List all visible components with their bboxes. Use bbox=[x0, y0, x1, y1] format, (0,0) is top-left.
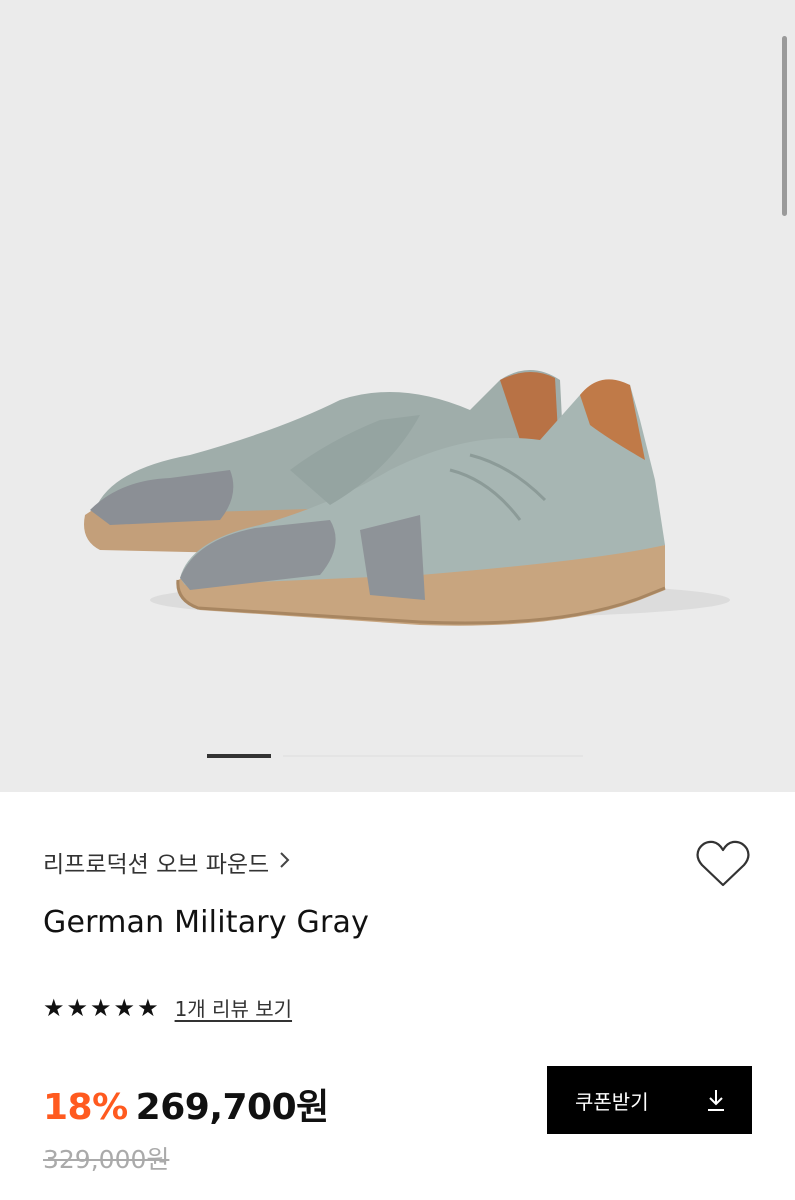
star-icon: ★ bbox=[113, 993, 136, 1022]
original-price: 329,000원 bbox=[43, 1145, 170, 1174]
star-icon: ★ bbox=[137, 993, 159, 1022]
chevron-right-icon bbox=[279, 850, 291, 875]
product-image bbox=[84, 370, 730, 626]
review-link[interactable]: 1개 리뷰 보기 bbox=[175, 993, 292, 1022]
product-title: German Military Gray bbox=[43, 905, 370, 940]
rating-stars: ★ ★ ★ ★ ★ bbox=[43, 996, 159, 1020]
star-icon: ★ bbox=[43, 993, 65, 1022]
rating-row: ★ ★ ★ ★ ★ 1개 리뷰 보기 bbox=[43, 993, 292, 1022]
sale-price: 269,700원 bbox=[135, 1087, 330, 1128]
brand-name: 리프로덕션 오브 파운드 bbox=[43, 852, 270, 878]
star-icon: ★ bbox=[90, 993, 112, 1022]
download-icon bbox=[708, 1090, 724, 1111]
product-image-gallery[interactable] bbox=[0, 0, 795, 792]
slide-indicator-track bbox=[283, 755, 583, 757]
coupon-button[interactable]: 쿠폰받기 bbox=[547, 1066, 752, 1134]
scrollbar[interactable] bbox=[782, 36, 787, 216]
heart-icon bbox=[696, 840, 750, 887]
brand-link[interactable]: 리프로덕션 오브 파운드 bbox=[43, 845, 291, 879]
discount-rate: 18% bbox=[43, 1087, 128, 1128]
star-icon: ★ bbox=[66, 993, 89, 1022]
slide-indicator-active bbox=[207, 754, 271, 758]
wishlist-button[interactable] bbox=[695, 838, 751, 890]
price-row: 18% 269,700원 bbox=[43, 1078, 329, 1130]
slide-indicator[interactable] bbox=[0, 754, 795, 758]
coupon-label: 쿠폰받기 bbox=[575, 1089, 649, 1114]
